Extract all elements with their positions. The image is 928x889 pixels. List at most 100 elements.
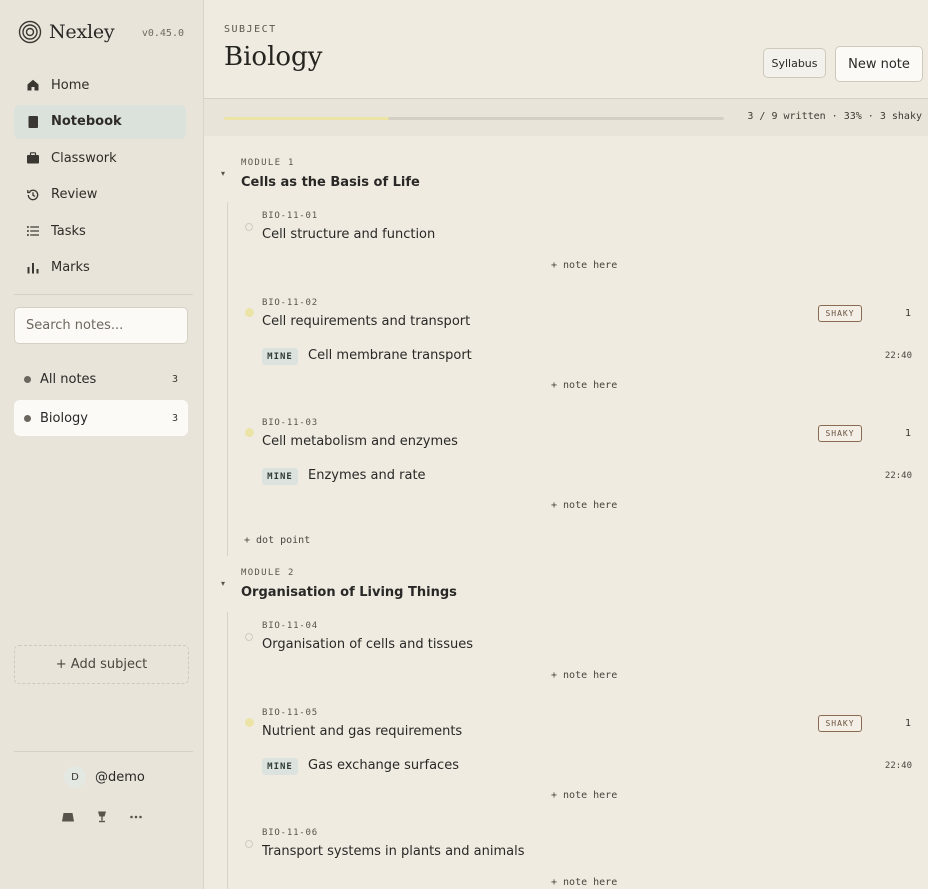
home-icon [26,78,40,92]
status-empty-icon [245,223,253,231]
dot-point-code: BIO-11-04 [262,621,318,631]
mine-tag: MINE [262,348,298,365]
progress-bar [224,117,724,120]
new-note-button[interactable]: New note [835,46,923,82]
user-profile[interactable]: D @demo [64,766,145,788]
dot-point-code: BIO-11-06 [262,828,318,838]
page-title: Biology [224,42,323,72]
dot-point-title[interactable]: Cell requirements and transport [262,314,470,329]
filter-dot-icon [24,414,31,422]
progress-summary: 3 / 9 written · 33% · 3 shaky [747,111,922,122]
note-time: 22:40 [884,761,912,771]
note-time: 22:40 [884,351,912,361]
filter-all-notes[interactable]: All notes 3 [14,361,188,397]
nav-item-review[interactable]: Review [14,178,186,212]
module-title[interactable]: Organisation of Living Things [241,585,457,600]
filter-count: 3 [171,373,178,385]
search-input[interactable] [14,307,188,344]
dot-point-code: BIO-11-02 [262,298,318,308]
dot-point-title[interactable]: Cell structure and function [262,227,435,242]
mine-tag: MINE [262,468,298,485]
app-version: v0.45.0 [141,28,184,39]
nav-item-tasks[interactable]: Tasks [14,214,186,248]
nav-item-notebook[interactable]: Notebook [14,104,186,139]
note-count: 1 [904,718,911,729]
module-label: MODULE 2 [241,568,295,578]
module-rail [227,612,228,889]
add-dot-point-button[interactable]: + dot point [244,535,310,546]
inbox-icon[interactable] [58,808,78,826]
filter-count: 3 [171,412,178,424]
username: @demo [95,769,145,785]
status-shaky-icon [245,428,254,437]
trophy-icon[interactable] [92,808,112,826]
add-note-button[interactable]: + note here [551,790,617,801]
subject-label: SUBJECT [224,24,277,35]
progress-band: 3 / 9 written · 33% · 3 shaky [204,98,928,136]
add-note-button[interactable]: + note here [551,670,617,681]
status-empty-icon [245,840,253,848]
add-note-button[interactable]: + note here [551,260,617,271]
shaky-badge[interactable]: SHAKY [818,305,862,322]
add-note-button[interactable]: + note here [551,500,617,511]
collapse-chevron-icon[interactable]: ▾ [221,169,225,178]
note-item[interactable]: MINE Enzymes and rate 22:40 [262,468,912,486]
module-label: MODULE 1 [241,158,295,168]
bar-chart-icon [26,261,40,275]
add-subject-button[interactable]: + Add subject [14,645,189,684]
status-empty-icon [245,633,253,641]
filter-biology[interactable]: Biology 3 [14,400,188,436]
history-icon [26,188,40,202]
dot-point-title[interactable]: Cell metabolism and enzymes [262,434,458,449]
note-title: Cell membrane transport [308,348,472,363]
main-nav: Home Notebook Classwork Review Tasks Mar… [14,68,186,287]
dot-point-title[interactable]: Nutrient and gas requirements [262,724,462,739]
note-time: 22:40 [884,471,912,481]
nav-item-classwork[interactable]: Classwork [14,141,186,175]
note-title: Gas exchange surfaces [308,758,459,773]
nav-label: Classwork [51,150,117,166]
dot-point-title[interactable]: Transport systems in plants and animals [262,844,525,859]
note-item[interactable]: MINE Cell membrane transport 22:40 [262,348,912,366]
dot-point-code: BIO-11-03 [262,418,318,428]
filter-label: Biology [40,410,88,426]
filter-dot-icon [24,375,31,383]
note-item[interactable]: MINE Gas exchange surfaces 22:40 [262,758,912,776]
nav-item-home[interactable]: Home [14,68,186,102]
collapse-chevron-icon[interactable]: ▾ [221,579,225,588]
brand[interactable]: Nexley [18,20,115,44]
shaky-badge[interactable]: SHAKY [818,715,862,732]
footer-actions [58,808,160,826]
shaky-badge[interactable]: SHAKY [818,425,862,442]
dot-point-code: BIO-11-05 [262,708,318,718]
filter-label: All notes [40,371,97,387]
sidebar-divider [14,751,193,752]
more-icon[interactable] [126,808,146,826]
progress-fill [224,117,389,120]
note-count: 1 [904,428,911,439]
nav-label: Marks [51,260,90,275]
main-content: SUBJECT Biology Syllabus New note 3 / 9 … [204,0,928,889]
syllabus-button[interactable]: Syllabus [763,48,826,78]
avatar: D [64,766,86,788]
nav-label: Review [51,187,98,202]
nav-label: Tasks [51,223,86,239]
module-rail [227,202,228,556]
dot-point-code: BIO-11-01 [262,211,318,221]
status-shaky-icon [245,718,254,727]
nav-label: Home [51,77,90,93]
mine-tag: MINE [262,758,298,775]
app-name: Nexley [49,21,115,43]
dot-point-title[interactable]: Organisation of cells and tissues [262,637,473,652]
module-title[interactable]: Cells as the Basis of Life [241,175,420,190]
status-shaky-icon [245,308,254,317]
list-icon [26,224,40,238]
nav-label: Notebook [51,114,122,129]
add-note-button[interactable]: + note here [551,877,617,888]
add-note-button[interactable]: + note here [551,380,617,391]
nav-item-marks[interactable]: Marks [14,251,186,285]
sidebar-divider [14,294,193,295]
notebook-icon [26,115,40,129]
logo-icon [18,20,42,44]
briefcase-icon [26,151,40,165]
